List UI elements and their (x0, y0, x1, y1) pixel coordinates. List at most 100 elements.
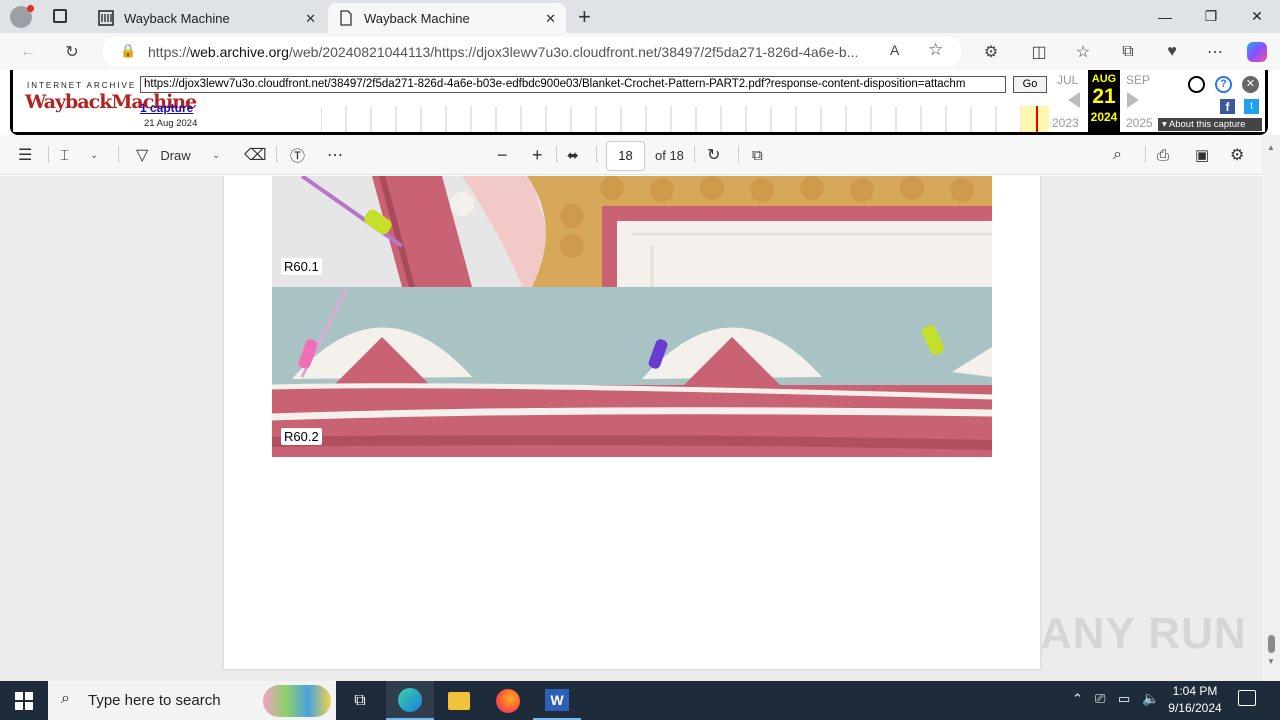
file-explorer-icon[interactable] (435, 681, 483, 720)
rotate-icon[interactable]: ↻ (707, 145, 720, 165)
new-tab-button[interactable]: + (578, 4, 591, 30)
wayback-url-input[interactable]: https://djox3lewv7u3o.cloudfront.net/384… (140, 76, 1006, 93)
prev-capture-arrow-icon[interactable] (1068, 92, 1080, 108)
draw-button[interactable]: ▽ Draw (136, 145, 191, 165)
network-icon[interactable]: ⎚ (1095, 691, 1105, 707)
about-capture-button[interactable]: ▾ About this capture (1158, 118, 1262, 131)
start-button[interactable] (0, 681, 48, 720)
page-total: of 18 (655, 147, 684, 163)
more-tools-icon[interactable]: ⋯ (327, 145, 343, 165)
close-toolbar-icon[interactable]: ✕ (1242, 76, 1259, 93)
crochet-photo-r60-1: R60.1 (272, 176, 992, 287)
prev-month-label[interactable]: JUL (1057, 73, 1078, 87)
scroll-up-arrow-icon[interactable]: ▲ (1267, 143, 1275, 152)
clock-date: 9/16/2024 (1168, 701, 1222, 715)
twitter-icon[interactable]: t (1244, 99, 1259, 114)
next-capture-arrow-icon[interactable] (1127, 92, 1139, 108)
volume-icon[interactable]: 🔈 (1142, 690, 1159, 707)
copilot-icon[interactable] (1246, 41, 1268, 63)
vertical-scrollbar[interactable]: ▲ ▼ (1262, 135, 1280, 681)
tab-actions-icon[interactable] (53, 9, 67, 23)
zoom-in-icon[interactable]: + (532, 145, 543, 165)
tab-close-icon[interactable]: ✕ (545, 11, 556, 27)
pdf-toolbar: ☰ ⌶ ⌄ ▽ Draw ⌄ ⌫ Ⓣ ⋯ − + ⬌ 18 of 18 ↻ ⧉ … (0, 135, 1262, 175)
contents-icon[interactable]: ☰ (18, 145, 32, 165)
address-bar[interactable]: 🔒 https://web.archive.org/web/2024082104… (102, 37, 962, 66)
collections-icon[interactable]: ⧉ (1117, 41, 1139, 63)
performance-icon[interactable]: ♥ (1161, 41, 1183, 63)
task-view-icon[interactable]: ⧉ (336, 681, 384, 720)
pdf-page: R60.1 R60.2 (224, 176, 1040, 669)
zoom-out-icon[interactable]: − (497, 145, 508, 165)
split-screen-icon[interactable]: ◫ (1028, 41, 1050, 63)
page-number-input[interactable]: 18 (606, 141, 645, 171)
divider (694, 146, 695, 163)
current-capture-date: AUG 21 2024 (1088, 70, 1120, 132)
scroll-thumb[interactable] (1268, 635, 1275, 653)
extensions-icon[interactable]: ⚙ (980, 41, 1002, 63)
search-magnifier-icon: ⌕ (61, 690, 70, 707)
tab-wayback-1[interactable]: Wayback Machine ✕ (88, 3, 326, 33)
pdf-viewer[interactable]: R60.1 R60.2 (0, 176, 1262, 681)
scroll-down-arrow-icon[interactable]: ▼ (1267, 657, 1275, 666)
browser-titlebar: Wayback Machine ✕ Wayback Machine ✕ + — … (0, 0, 1280, 33)
anyrun-watermark: ANY RUN (1040, 609, 1247, 658)
read-aloud-icon[interactable]: A (890, 42, 899, 58)
capture-sparkline[interactable] (321, 106, 1051, 132)
favorites-icon[interactable]: ☆ (1072, 41, 1094, 63)
url-prefix: https:// (148, 43, 191, 60)
next-year-label[interactable]: 2025 (1126, 116, 1153, 130)
archive-favicon-icon (98, 10, 114, 26)
search-placeholder: Type here to search (88, 692, 221, 709)
capture-date: 21 Aug 2024 (144, 118, 198, 129)
tab-title: Wayback Machine (364, 10, 470, 26)
prev-year-label[interactable]: 2023 (1052, 116, 1079, 130)
system-clock[interactable]: 1:04 PM 9/16/2024 (1160, 683, 1230, 717)
crochet-photo-r60-2: R60.2 (272, 287, 992, 457)
back-arrow-icon[interactable]: ← (17, 41, 39, 63)
draw-dropdown-icon[interactable]: ⌄ (212, 145, 220, 165)
captures-link[interactable]: 1 capture (140, 101, 193, 115)
print-icon[interactable]: ⎙ (1157, 145, 1169, 165)
notifications-icon[interactable] (1238, 690, 1256, 706)
divider (276, 146, 277, 163)
eraser-icon[interactable]: ⌫ (244, 145, 267, 165)
windows-taskbar: ⌕ Type here to search ⧉ W ⌃ ⎚ ▭ 🔈 1:04 P… (0, 681, 1280, 720)
wayback-go-button[interactable]: Go (1013, 76, 1047, 93)
current-month: AUG (1091, 73, 1117, 85)
restore-button[interactable]: ❐ (1188, 0, 1234, 33)
taskbar-search-box[interactable]: ⌕ Type here to search (48, 681, 336, 720)
wayback-toolbar-inner: INTERNET ARCHIVE WaybackMachine https://… (13, 70, 1265, 132)
edge-taskbar-icon[interactable] (386, 681, 434, 720)
tab-wayback-2[interactable]: Wayback Machine ✕ (328, 3, 566, 33)
fit-width-icon[interactable]: ⬌ (567, 145, 579, 165)
tab-close-icon[interactable]: ✕ (305, 11, 316, 27)
step-label: R60.1 (281, 258, 322, 275)
draw-label: Draw (160, 147, 191, 163)
page-view-icon[interactable]: ⧉ (752, 145, 763, 165)
search-icon[interactable]: ⌕ (1113, 145, 1122, 165)
help-icon[interactable]: ? (1215, 76, 1232, 93)
add-text-icon[interactable]: Ⓣ (290, 145, 305, 165)
highlight-icon[interactable]: ⌶ (60, 145, 69, 165)
refresh-icon[interactable]: ↻ (61, 41, 83, 63)
highlight-dropdown-icon[interactable]: ⌄ (90, 145, 98, 165)
show-hidden-icons-icon[interactable]: ⌃ (1072, 691, 1083, 707)
divider (118, 146, 119, 163)
account-icon[interactable] (1188, 76, 1205, 93)
firefox-icon[interactable] (484, 681, 532, 720)
lock-icon[interactable]: 🔒 (120, 43, 136, 59)
divider (1145, 146, 1146, 163)
ethernet-icon[interactable]: ▭ (1118, 691, 1130, 707)
more-menu-icon[interactable]: ⋯ (1204, 41, 1226, 63)
next-month-label[interactable]: SEP (1126, 73, 1150, 87)
save-icon[interactable]: ▣ (1195, 145, 1209, 165)
notification-dot (27, 5, 34, 12)
divider (738, 146, 739, 163)
minimize-button[interactable]: — (1142, 0, 1188, 33)
settings-gear-icon[interactable]: ⚙ (1230, 145, 1244, 165)
word-icon[interactable]: W (533, 681, 581, 720)
favorite-star-icon[interactable]: ☆ (928, 40, 943, 60)
facebook-icon[interactable]: f (1220, 99, 1235, 114)
close-window-button[interactable]: ✕ (1234, 0, 1280, 33)
